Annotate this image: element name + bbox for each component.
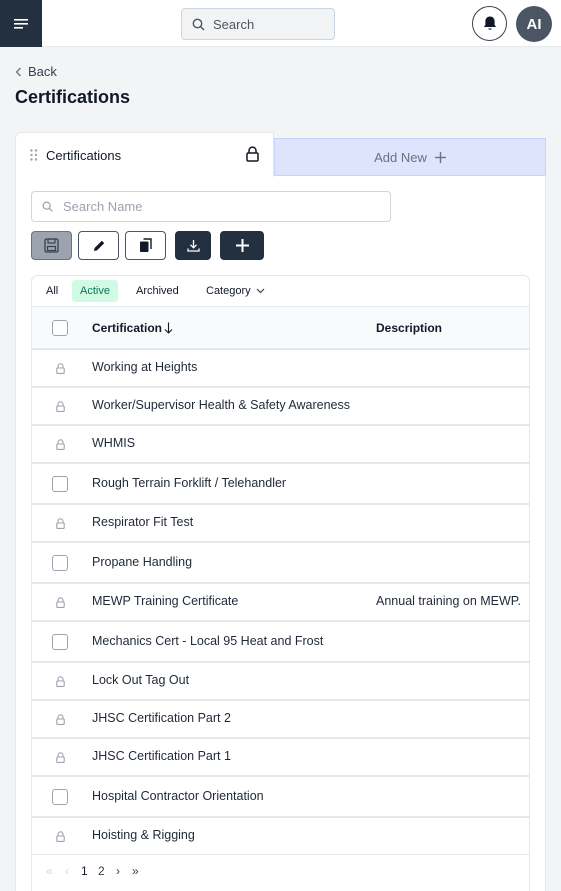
avatar[interactable]: AI	[516, 6, 552, 42]
lock-icon	[52, 398, 68, 414]
table-row[interactable]: Propane Handling	[32, 543, 529, 584]
global-search-placeholder: Search	[213, 16, 255, 32]
lock-icon	[246, 146, 259, 165]
last-page-button[interactable]: »	[132, 864, 139, 878]
certification-name: JHSC Certification Part 1	[92, 749, 231, 763]
top-bar: Search AI	[0, 0, 561, 47]
bell-icon	[483, 16, 496, 30]
menu-button[interactable]	[0, 0, 42, 47]
notifications-button[interactable]	[472, 6, 507, 41]
table-row[interactable]: JHSC Certification Part 2	[32, 701, 529, 739]
lock-icon	[52, 711, 68, 727]
lock-icon	[52, 515, 68, 531]
drag-handle-icon[interactable]	[30, 149, 38, 161]
copy-icon	[139, 238, 152, 252]
status-filter-bar: All Active Archived Category	[32, 276, 529, 307]
pagination: « ‹ 1 2 › »	[32, 854, 529, 891]
search-name-placeholder: Search Name	[63, 199, 143, 214]
lock-icon	[52, 436, 68, 452]
page-title: Certifications	[15, 87, 131, 107]
certification-name: Hoisting & Rigging	[92, 828, 195, 842]
certification-name: Working at Heights	[92, 360, 198, 374]
certification-name: Respirator Fit Test	[92, 515, 194, 529]
floppy-disk-icon	[44, 238, 59, 253]
sort-arrow-down-icon	[164, 322, 173, 334]
row-checkbox[interactable]	[52, 476, 68, 492]
download-icon	[186, 240, 200, 252]
filter-archived[interactable]: Archived	[128, 280, 187, 302]
certification-name: Lock Out Tag Out	[92, 673, 190, 687]
column-header-description[interactable]: Description	[376, 321, 442, 335]
table-row[interactable]: Hospital Contractor Orientation	[32, 777, 529, 818]
hamburger-icon	[14, 18, 28, 29]
chevron-down-icon	[256, 288, 265, 294]
tab-certifications[interactable]: Certifications	[15, 132, 274, 177]
table-row[interactable]: WHMIS	[32, 426, 529, 464]
table-row[interactable]: Worker/Supervisor Health & Safety Awaren…	[32, 388, 529, 426]
tab-add-new-label: Add New	[374, 149, 427, 165]
global-search-input[interactable]: Search	[181, 8, 335, 40]
back-link[interactable]: Back	[15, 64, 57, 79]
lock-icon	[52, 673, 68, 689]
plus-icon	[235, 239, 249, 252]
select-all-checkbox[interactable]	[52, 320, 68, 336]
page-2-button[interactable]: 2	[98, 864, 105, 878]
save-button[interactable]	[31, 231, 72, 260]
download-button[interactable]	[175, 231, 211, 260]
first-page-button[interactable]: «	[46, 864, 53, 878]
filter-all[interactable]: All	[38, 280, 66, 302]
chevron-left-icon	[15, 67, 21, 76]
search-icon	[192, 18, 205, 30]
table-row[interactable]: JHSC Certification Part 1	[32, 739, 529, 777]
edit-button[interactable]	[78, 231, 119, 260]
table-row[interactable]: Hoisting & Rigging	[32, 818, 529, 856]
lock-icon	[52, 360, 68, 376]
table-row[interactable]: Working at Heights	[32, 350, 529, 388]
certification-name: Rough Terrain Forklift / Telehandler	[92, 476, 287, 490]
plus-icon	[434, 151, 446, 163]
search-name-input[interactable]: Search Name	[31, 191, 391, 222]
certification-name: JHSC Certification Part 2	[92, 711, 231, 725]
filter-category[interactable]: Category	[198, 280, 273, 302]
certification-description: Annual training on MEWP.	[376, 594, 521, 608]
search-icon	[42, 201, 53, 212]
tab-certifications-label: Certifications	[46, 147, 122, 163]
page-1-button[interactable]: 1	[81, 864, 88, 878]
add-certification-button[interactable]	[220, 231, 264, 260]
table-row[interactable]: Lock Out Tag Out	[32, 663, 529, 701]
table-header: Certification Description	[32, 307, 529, 350]
column-header-certification[interactable]: Certification	[92, 321, 173, 335]
table-row[interactable]: MEWP Training Certificate Annual training…	[32, 584, 529, 622]
certification-name: MEWP Training Certificate	[92, 594, 239, 608]
lock-icon	[52, 828, 68, 844]
certification-name: Propane Handling	[92, 555, 193, 569]
next-page-button[interactable]: ›	[116, 864, 120, 878]
table-row[interactable]: Respirator Fit Test	[32, 505, 529, 543]
certification-name: WHMIS	[92, 436, 136, 450]
row-checkbox[interactable]	[52, 555, 68, 571]
table-row[interactable]: Rough Terrain Forklift / Telehandler	[32, 464, 529, 505]
tab-add-new[interactable]: Add New	[274, 138, 546, 176]
table-row[interactable]: Mechanics Cert - Local 95 Heat and Frost	[32, 622, 529, 663]
filter-active[interactable]: Active	[72, 280, 118, 302]
copy-button[interactable]	[125, 231, 166, 260]
certification-name: Mechanics Cert - Local 95 Heat and Frost	[92, 634, 324, 648]
lock-icon	[52, 594, 68, 610]
prev-page-button[interactable]: ‹	[65, 864, 69, 878]
filter-category-label: Category	[206, 285, 251, 297]
certification-name: Worker/Supervisor Health & Safety Awaren…	[92, 398, 350, 412]
lock-icon	[52, 749, 68, 765]
row-checkbox[interactable]	[52, 634, 68, 650]
pencil-icon	[93, 240, 104, 251]
back-label: Back	[28, 64, 57, 79]
row-checkbox[interactable]	[52, 789, 68, 805]
certification-name: Hospital Contractor Orientation	[92, 789, 264, 803]
column-certification-label: Certification	[92, 321, 163, 335]
certifications-table: All Active Archived Category Certificati…	[31, 275, 530, 891]
